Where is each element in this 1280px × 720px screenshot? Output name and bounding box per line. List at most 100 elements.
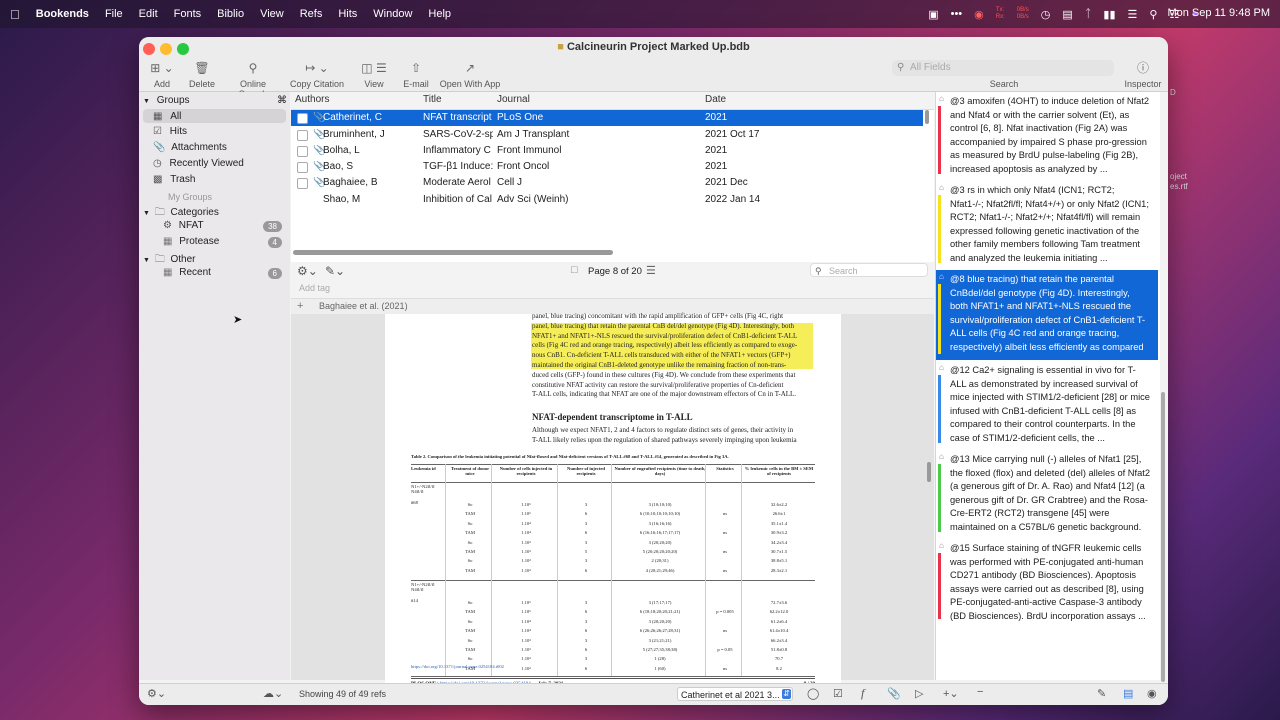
pdf-table-cell: 1.10⁴ bbox=[521, 520, 531, 526]
menu-app-name[interactable]: Bookends bbox=[36, 8, 89, 20]
tab-crumb[interactable]: Baghaiee et al. (2021) bbox=[319, 301, 408, 311]
gear-icon[interactable]: ⚙⌄ bbox=[297, 264, 318, 278]
sidebar-item-protease[interactable]: ▦ Protease 4 bbox=[163, 236, 290, 248]
menu-view[interactable]: View bbox=[260, 8, 284, 20]
play-icon[interactable]: ▷ bbox=[915, 687, 923, 700]
annotation-note[interactable]: ⌂ @8 blue tracing) that retain the parent… bbox=[936, 270, 1158, 360]
add-tag-field[interactable]: Add tag bbox=[299, 283, 330, 293]
menu-clock[interactable]: Mon Sep 11 9:48 PM bbox=[1167, 7, 1270, 19]
sidebar-item-recently-viewed[interactable]: ◷ Recently Viewed bbox=[153, 158, 244, 169]
desktop-file-label[interactable]: oject bbox=[1170, 172, 1187, 181]
cloud-icon[interactable]: ☁⌄ bbox=[263, 687, 283, 700]
wifi-icon[interactable]: ☰ bbox=[1128, 8, 1138, 21]
inspector-button[interactable]: ⓘ Inspector bbox=[1121, 61, 1165, 89]
table-row[interactable]: 📎 Bolha, L Inflammatory C Front Immunol … bbox=[291, 143, 923, 159]
sidebar-item-nfat[interactable]: ⚙ NFAT 38 bbox=[163, 220, 290, 232]
sidebar-item-attachments[interactable]: 📎 Attachments bbox=[153, 142, 227, 153]
table-row[interactable]: 📎 Bao, S TGF-β1 Induce: Front Oncol 2021 bbox=[291, 159, 923, 175]
preview-icon[interactable]: ◉ bbox=[1147, 687, 1157, 700]
pdf-table-cell: 2 (20;31) bbox=[651, 558, 669, 564]
apple-icon[interactable]:  bbox=[10, 7, 20, 22]
email-button[interactable]: ⇧ E-mail bbox=[401, 61, 431, 89]
add-tab-icon[interactable]: + bbox=[297, 300, 303, 312]
spotlight-icon[interactable]: ⚲ bbox=[1149, 8, 1157, 21]
column-header-title[interactable]: Title bbox=[423, 94, 442, 105]
pdf-table-rule bbox=[741, 464, 742, 676]
table-row[interactable]: 📎 Bruminhent, J SARS-CoV-2-sp Am J Trans… bbox=[291, 127, 923, 143]
menu-hits[interactable]: Hits bbox=[338, 8, 357, 20]
table-row[interactable]: Shao, M Inhibition of Cal Adv Sci (Weinh… bbox=[291, 192, 923, 208]
citation-field[interactable]: Catherinet et al 2021 3... ⇵ bbox=[677, 687, 793, 701]
sidebar-item-recent[interactable]: ▦ Recent 6 bbox=[163, 267, 290, 279]
sidebar-item-trash[interactable]: ▩ Trash bbox=[153, 174, 195, 185]
delete-button[interactable]: 🗑 Delete bbox=[187, 61, 217, 89]
view-button[interactable]: ◫ ☰ View bbox=[352, 61, 396, 89]
highlighter-icon[interactable]: ✎⌄ bbox=[325, 264, 345, 278]
command-icon[interactable]: ⌘ bbox=[277, 95, 287, 106]
menu-biblio[interactable]: Biblio bbox=[217, 8, 244, 20]
pdf-table-doi[interactable]: https://doi.org/10.1371/journal.pone.025… bbox=[411, 664, 504, 669]
pdf-table-cell: 1.10⁴ bbox=[521, 618, 531, 624]
battery-icon[interactable]: ▮▮ bbox=[1103, 8, 1115, 21]
bluetooth-icon[interactable]: ᛏ bbox=[1085, 8, 1092, 20]
add-note-icon[interactable]: +⌄ bbox=[943, 687, 959, 700]
row-checkbox[interactable] bbox=[297, 130, 308, 141]
cell-date: 2021 bbox=[705, 145, 728, 156]
pdf-table-cell: 5 (20;20;20;20;20) bbox=[642, 549, 678, 554]
menu-fonts[interactable]: Fonts bbox=[174, 8, 202, 20]
row-checkbox[interactable] bbox=[297, 178, 308, 189]
search-input[interactable]: ⚲ All Fields bbox=[892, 60, 1114, 76]
table-horizontal-scrollbar[interactable] bbox=[293, 250, 613, 255]
pdf-viewer[interactable]: panel, blue tracing) concomitant with th… bbox=[291, 312, 934, 705]
annotation-note[interactable]: ⌂ @3 rs in which only Nfat4 (ICN1; RCT2; … bbox=[936, 181, 1158, 269]
notification-icon[interactable]: ◉ bbox=[974, 8, 984, 21]
groups-header[interactable]: ▼ Groups bbox=[143, 95, 190, 106]
row-checkbox[interactable] bbox=[297, 113, 308, 124]
edit-icon[interactable]: ✎ bbox=[1097, 687, 1106, 700]
gear-icon[interactable]: ⚙⌄ bbox=[147, 687, 166, 700]
column-header-journal[interactable]: Journal bbox=[497, 94, 530, 105]
stepper-icon[interactable]: ⇵ bbox=[782, 689, 791, 699]
desktop-file-label[interactable]: D bbox=[1170, 88, 1176, 97]
menu-refs[interactable]: Refs bbox=[300, 8, 323, 20]
sidebar-item-hits[interactable]: ☑ Hits bbox=[153, 126, 187, 137]
remove-note-icon[interactable]: − bbox=[977, 686, 983, 698]
pdf-scrollbar[interactable] bbox=[927, 462, 931, 482]
format-icon[interactable]: f bbox=[861, 686, 864, 701]
menu-window[interactable]: Window bbox=[373, 8, 412, 20]
table-vertical-scrollbar[interactable] bbox=[925, 110, 929, 124]
tag-icon[interactable]: ◯ bbox=[807, 687, 819, 700]
desktop-file-label[interactable]: es.rtf bbox=[1170, 182, 1188, 191]
column-header-date[interactable]: Date bbox=[705, 94, 726, 105]
more-icon[interactable]: ••• bbox=[951, 8, 963, 20]
notes-scrollbar[interactable] bbox=[1161, 392, 1165, 682]
open-with-app-button[interactable]: ↗ Open With App bbox=[438, 61, 502, 89]
note-lock-icon: ⌂ bbox=[939, 541, 944, 550]
check-circle-icon[interactable]: ☑ bbox=[833, 687, 843, 700]
pdf-table-cell: 51.8±0.8 bbox=[770, 647, 788, 652]
add-button[interactable]: ⊞ ⌄ Add bbox=[145, 61, 179, 89]
camera-icon[interactable]: ▣ bbox=[928, 8, 938, 21]
menu-edit[interactable]: Edit bbox=[139, 8, 158, 20]
copy-citation-button[interactable]: ↦ ⌄ Copy Citation bbox=[289, 61, 345, 89]
menu-file[interactable]: File bbox=[105, 8, 123, 20]
annotation-note[interactable]: ⌂ @12 Ca2+ signaling is essential in vivo… bbox=[936, 361, 1158, 449]
notes-view-icon[interactable]: ▤ bbox=[1123, 687, 1133, 700]
pdf-search-input[interactable]: ⚲ Search bbox=[810, 263, 928, 277]
attachment-icon[interactable]: 📎 bbox=[887, 687, 901, 700]
display-icon[interactable]: ▤ bbox=[1062, 8, 1072, 21]
clock-icon[interactable]: ◷ bbox=[1041, 8, 1051, 21]
menu-help[interactable]: Help bbox=[428, 8, 451, 20]
annotation-note[interactable]: ⌂ @3 amoxifen (4OHT) to induce deletion o… bbox=[936, 92, 1158, 180]
pdf-table-cell: So bbox=[467, 600, 473, 605]
note-color-bar bbox=[938, 375, 941, 443]
row-checkbox[interactable] bbox=[297, 162, 308, 173]
outline-list-icon[interactable]: ☰ bbox=[646, 264, 656, 277]
sidebar-item-all[interactable]: ▦ All bbox=[153, 111, 181, 122]
table-row[interactable]: 📎 Baghaiee, B Moderate Aerol Cell J 2021… bbox=[291, 175, 923, 191]
row-checkbox[interactable] bbox=[297, 146, 308, 157]
annotation-note[interactable]: ⌂ @13 Mice carrying null (-) alleles of N… bbox=[936, 450, 1158, 538]
table-row[interactable]: 📎 Catherinet, C NFAT transcript PLoS One… bbox=[291, 110, 923, 126]
annotation-note[interactable]: ⌂ @15 Surface staining of tNGFR leukemic … bbox=[936, 539, 1158, 625]
column-header-authors[interactable]: Authors bbox=[295, 94, 329, 105]
